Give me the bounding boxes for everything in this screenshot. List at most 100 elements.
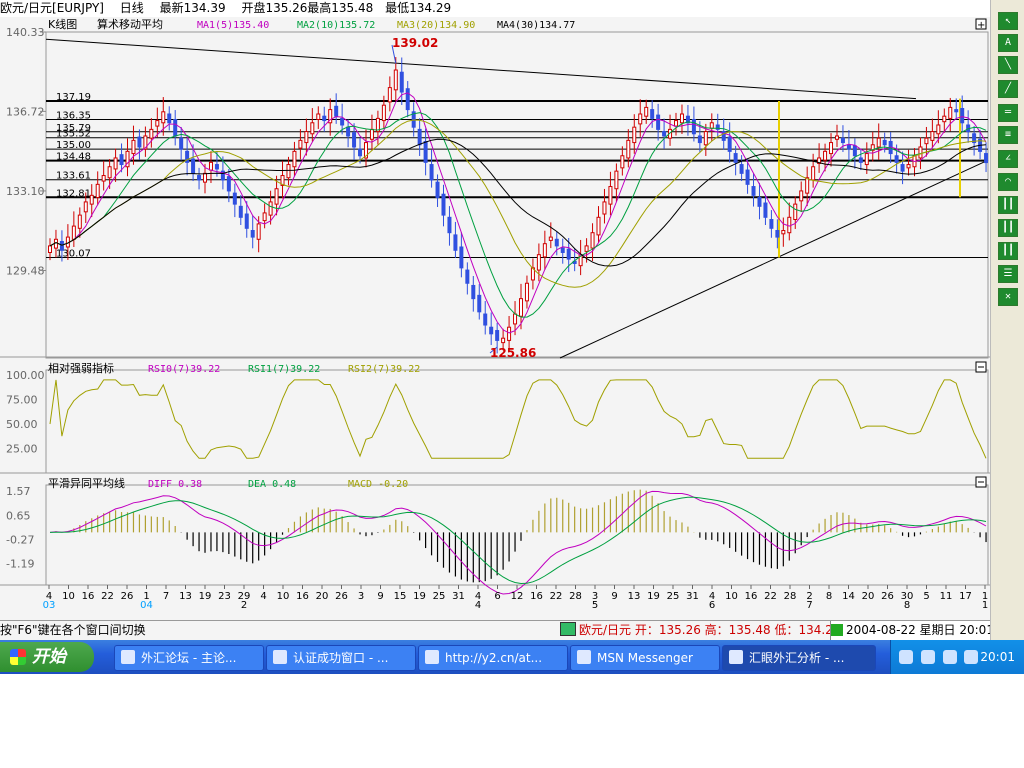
- candle-body: [358, 148, 363, 157]
- candle-body: [769, 219, 774, 229]
- candle-body: [369, 128, 374, 140]
- x-tick-label: 16: [82, 591, 95, 602]
- candle-body: [501, 337, 506, 344]
- candle-body: [477, 294, 482, 313]
- candle-body: [423, 140, 428, 163]
- rsi-label-1: RSI1(7)39.22: [248, 364, 320, 375]
- tray-clock[interactable]: 20:01: [980, 640, 1015, 674]
- level-tool-icon[interactable]: ☰: [998, 265, 1018, 283]
- macd-tick-label: 1.57: [6, 485, 31, 498]
- month-label: 4: [475, 600, 481, 610]
- x-tick-label: 10: [725, 591, 738, 602]
- candle-body: [924, 137, 929, 145]
- task-msn[interactable]: MSN Messenger: [570, 645, 720, 671]
- macd-label-1: DEA 0.48: [248, 479, 296, 490]
- candle-body: [214, 164, 219, 170]
- level-label: 137.19: [56, 92, 91, 103]
- candle-body: [584, 245, 589, 252]
- candle-body: [208, 161, 213, 171]
- candle-body: [554, 238, 559, 247]
- expand-panel-icon-glyph: +: [977, 20, 985, 31]
- line-tool-icon[interactable]: ╲: [998, 56, 1018, 74]
- price-tick-label: 129.48: [6, 265, 45, 278]
- arc-tool-icon[interactable]: ◠: [998, 173, 1018, 191]
- delete-tool-icon[interactable]: ✕: [998, 288, 1018, 306]
- candle-body: [960, 107, 965, 124]
- candle-body: [268, 201, 273, 216]
- candle-body: [203, 172, 208, 183]
- candle-body: [656, 114, 661, 130]
- task-label: http://y2.cn/at...: [445, 651, 543, 665]
- candle-body: [560, 247, 565, 253]
- candle-body: [471, 284, 476, 300]
- x-tick-label: 19: [647, 591, 660, 602]
- candle-body: [179, 137, 184, 150]
- ma-label-4: MA4(30)134.77: [497, 20, 575, 31]
- x-tick-label: 10: [277, 591, 290, 602]
- start-label: 开始: [32, 647, 66, 667]
- cursor-tool-icon[interactable]: ↖: [998, 12, 1018, 30]
- x-tick-label: 20: [316, 591, 329, 602]
- x-tick-label: 25: [433, 591, 446, 602]
- start-button[interactable]: 开始: [0, 642, 94, 672]
- candle-body: [614, 170, 619, 190]
- high-price: 最高135.48: [307, 1, 374, 15]
- task-label: 汇眼外汇分析 - ...: [749, 651, 845, 665]
- status-quote: 欧元/日元 开：135.26 高：135.48 低：134.29: [560, 621, 840, 640]
- fibonacci-tool-icon[interactable]: ≡: [998, 126, 1018, 144]
- tray-arrow-icon[interactable]: [920, 650, 935, 664]
- candle-body: [691, 118, 696, 135]
- x-tick-label: 16: [296, 591, 309, 602]
- x-tick-label: 28: [569, 591, 582, 602]
- task-url[interactable]: http://y2.cn/at...: [418, 645, 568, 671]
- candle-body: [459, 246, 464, 269]
- chart-svg[interactable]: K线图 算术移动平均 MA1(5)135.40 MA2(10)135.72 MA3(20…: [0, 17, 990, 610]
- rsi-tick-label: 100.00: [6, 369, 45, 382]
- candle-body: [173, 118, 178, 137]
- candle-body: [608, 186, 613, 205]
- x-tick-label: 11: [940, 591, 953, 602]
- keyboard-icon[interactable]: [899, 650, 913, 664]
- price-tick-label: 140.33: [6, 26, 45, 39]
- gann-tool-icon[interactable]: ∠: [998, 150, 1018, 168]
- candle-body: [310, 122, 315, 135]
- trend-line-tool-icon[interactable]: ╱: [998, 80, 1018, 98]
- x-tick-label: 4: [260, 591, 266, 602]
- candle-body: [954, 109, 959, 113]
- x-tick-label: 16: [745, 591, 758, 602]
- speaker-icon[interactable]: [942, 650, 957, 664]
- candle-body: [316, 113, 321, 120]
- moving-average-line-1: [49, 92, 987, 334]
- chart-area[interactable]: K线图 算术移动平均 MA1(5)135.40 MA2(10)135.72 MA3(20…: [0, 17, 990, 610]
- candle-body: [763, 202, 768, 218]
- task-forum[interactable]: 外汇论坛 - 主论...: [114, 645, 264, 671]
- cycle-tool-icon[interactable]: ┃┃: [998, 196, 1018, 214]
- macd-tick-label: -0.27: [6, 533, 34, 546]
- candle-body: [644, 106, 649, 117]
- month-label: 7: [806, 600, 812, 610]
- bars-tool-icon[interactable]: ┃┃: [998, 242, 1018, 260]
- candle-body: [823, 150, 828, 161]
- candle-body: [876, 137, 881, 148]
- period-label[interactable]: 日线: [120, 0, 144, 17]
- candle-body: [846, 144, 851, 150]
- x-tick-label: 22: [550, 591, 563, 602]
- grid-tool-icon[interactable]: ┃┃: [998, 219, 1018, 237]
- network-icon[interactable]: [964, 650, 979, 664]
- x-tick-label: 9: [377, 591, 383, 602]
- candle-body: [542, 243, 547, 258]
- candle-body: [519, 298, 523, 317]
- app-icon: [729, 650, 743, 664]
- candle-body: [399, 71, 404, 93]
- candle-body: [948, 106, 953, 119]
- macd-label-2: MACD -0.20: [348, 479, 408, 490]
- task-auth[interactable]: 认证成功窗口 - ...: [266, 645, 416, 671]
- candle-body: [524, 282, 529, 302]
- month-label: 2: [241, 600, 247, 610]
- channel-tool-icon[interactable]: ═: [998, 104, 1018, 122]
- price-tick-label: 133.10: [6, 185, 45, 198]
- candle-body: [137, 136, 142, 148]
- text-tool-icon[interactable]: A: [998, 34, 1018, 52]
- task-forex-app[interactable]: 汇眼外汇分析 - ...: [722, 645, 876, 671]
- month-label: 1: [982, 600, 988, 610]
